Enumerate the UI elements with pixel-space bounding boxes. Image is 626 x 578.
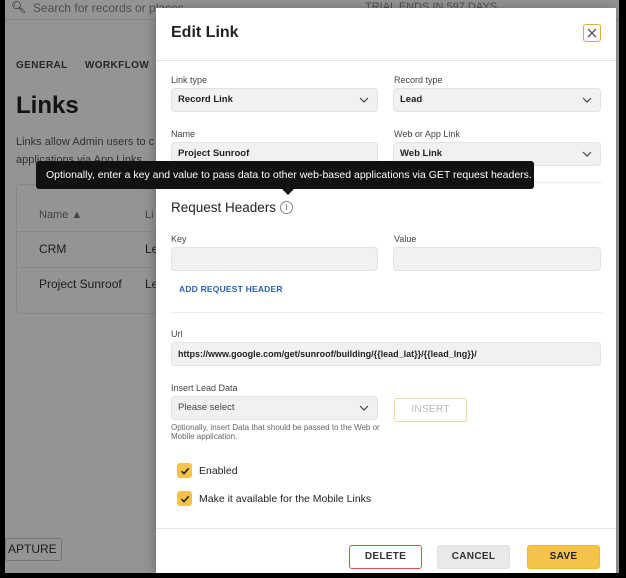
url-input[interactable]: https://www.google.com/get/sunroof/build… [171,342,601,366]
chevron-down-icon [582,97,592,103]
insert-lead-data-select[interactable]: Please select [171,396,378,420]
cancel-button[interactable]: CANCEL [437,545,510,569]
mobile-links-label: Make it available for the Mobile Links [199,493,372,505]
enabled-label: Enabled [199,465,238,477]
request-headers-tooltip: Optionally, enter a key and value to pas… [36,161,534,189]
checkmark-icon [180,495,189,503]
record-type-label: Record type [394,75,443,85]
value-input[interactable] [393,247,601,271]
link-type-select[interactable]: Record Link [171,88,378,112]
modal-footer: DELETE CANCEL SAVE [156,528,616,573]
record-type-value: Lead [400,94,423,105]
info-icon[interactable]: i [280,201,293,214]
name-label: Name [171,129,196,139]
insert-lead-data-placeholder: Please select [178,402,235,413]
mobile-links-checkbox[interactable] [177,491,192,506]
delete-button[interactable]: DELETE [349,545,422,569]
key-input[interactable] [171,247,378,271]
insert-button[interactable]: INSERT [394,398,467,422]
modal-title: Edit Link [171,24,239,41]
record-type-select[interactable]: Lead [393,88,601,112]
link-type-value: Record Link [178,94,233,105]
close-icon [587,28,597,38]
insert-lead-data-label: Insert Lead Data [171,383,238,393]
link-type-label: Link type [171,75,208,85]
tooltip-arrow [282,189,294,195]
url-label: Url [171,329,183,339]
edit-link-modal: Edit Link Link type Record Link Record t… [156,8,616,573]
add-request-header-link[interactable]: ADD REQUEST HEADER [179,284,283,294]
insert-lead-data-hint: Optionally, insert Data that should be p… [171,423,380,441]
key-label: Key [171,234,187,244]
web-or-app-label: Web or App Link [394,129,460,139]
section-divider [170,312,602,313]
modal-header: Edit Link [156,8,616,61]
close-button[interactable] [583,24,601,42]
chevron-down-icon [359,405,369,411]
save-button[interactable]: SAVE [527,545,600,569]
checkmark-icon [180,467,189,475]
value-label: Value [394,234,417,244]
request-headers-title: Request Headers [171,200,277,215]
chevron-down-icon [582,151,592,157]
enabled-checkbox[interactable] [177,463,192,478]
chevron-down-icon [359,97,369,103]
web-or-app-value: Web Link [400,148,443,159]
